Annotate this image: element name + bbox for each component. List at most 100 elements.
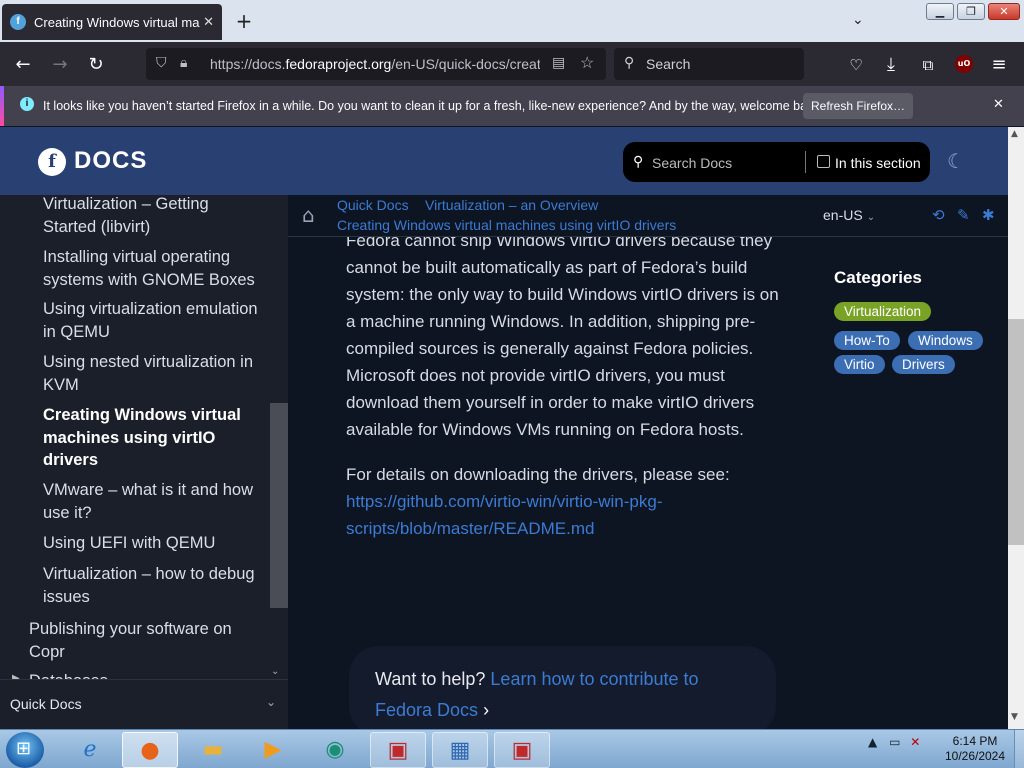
site-header: f DOCS ⚲ Search Docs In this section ☾: [0, 127, 1008, 195]
chevron-down-icon: ⌄: [866, 212, 876, 223]
extensions-icon[interactable]: ⧉: [915, 52, 941, 78]
breadcrumb-quick-docs[interactable]: Quick Docs: [337, 197, 409, 213]
article-paragraph: For details on downloading the drivers, …: [346, 461, 786, 542]
firefox-icon[interactable]: ●: [122, 732, 178, 768]
notification-accent: [0, 86, 4, 126]
sidebar-item-gnome-boxes[interactable]: Installing virtual operating systems wit…: [43, 246, 263, 291]
in-section-checkbox[interactable]: [817, 155, 830, 168]
search-icon: ⚲: [624, 54, 635, 70]
help-text: Want to help? Learn how to contribute to…: [375, 664, 755, 726]
sidebar-footer[interactable]: Quick Docs ⌄: [0, 679, 288, 729]
tag-virtualization[interactable]: Virtualization: [834, 302, 932, 321]
media-player-icon[interactable]: ▶: [245, 732, 301, 768]
chevron-right-icon[interactable]: ›: [483, 700, 489, 720]
site-logo-text[interactable]: DOCS: [74, 147, 147, 175]
help-prefix: Want to help?: [375, 669, 486, 689]
refresh-firefox-button[interactable]: Refresh Firefox…: [803, 93, 913, 119]
chevron-down-icon[interactable]: ⌄: [266, 695, 276, 709]
minimize-button[interactable]: ▁: [926, 3, 954, 20]
search-icon: ⚲: [633, 153, 644, 169]
search-docs-input[interactable]: Search Docs: [652, 155, 732, 171]
volume-muted-icon[interactable]: ✕: [910, 735, 920, 749]
lock-icon[interactable]: 🔒︎: [180, 54, 187, 71]
scroll-down-icon[interactable]: ▼: [1011, 712, 1018, 722]
url-text[interactable]: https://docs.fedoraproject.org/en-US/qui…: [210, 56, 540, 72]
drivers-intro-text: For details on downloading the drivers, …: [346, 465, 730, 484]
system-clock[interactable]: 6:14 PM 10/26/2024: [940, 734, 1010, 764]
sidebar-footer-label: Quick Docs: [10, 696, 82, 712]
sidebar-scrollbar[interactable]: [270, 403, 288, 608]
home-icon[interactable]: ⌂: [302, 203, 315, 227]
tag-windows[interactable]: Windows: [908, 331, 983, 350]
show-desktop-button[interactable]: [1014, 730, 1024, 768]
sidebar-item-databases[interactable]: Databases: [29, 670, 249, 679]
downloads-icon[interactable]: ⤓: [878, 52, 904, 78]
search-docs-box: ⚲ Search Docs In this section: [623, 142, 930, 182]
start-button[interactable]: ⊞: [6, 732, 44, 768]
breadcrumb-current-page[interactable]: Creating Windows virtual machines using …: [337, 217, 676, 233]
scrollbar-thumb[interactable]: [1008, 319, 1024, 545]
search-divider: [805, 151, 806, 173]
file-explorer-icon[interactable]: ▬: [185, 732, 241, 768]
app-globe-icon[interactable]: ◉: [307, 732, 363, 768]
windows-taskbar: ⊞ ℯ ● ▬ ▶ ◉ ▣ ▦ ▣ ▲ ▭ ✕ 6:14 PM 10/26/20…: [0, 729, 1024, 768]
list-all-tabs-icon[interactable]: ⌄: [852, 12, 864, 28]
bookmark-star-icon[interactable]: ☆: [580, 53, 594, 73]
categories-panel: Categories Virtualization How-To Windows…: [834, 268, 1004, 374]
url-bar[interactable]: ⛉ 🔒︎ https://docs.fedoraproject.org/en-U…: [146, 48, 606, 80]
edit-icon[interactable]: ✎: [957, 206, 970, 224]
report-bug-icon[interactable]: ✱: [982, 206, 995, 224]
fedora-favicon-icon: f: [10, 14, 26, 30]
reader-view-icon[interactable]: ▤: [552, 54, 565, 71]
scroll-up-icon[interactable]: ▲: [1011, 129, 1018, 139]
toolbox-app-icon[interactable]: ▣: [370, 732, 426, 768]
page-scrollbar[interactable]: ▲ ▼: [1008, 127, 1024, 729]
sidebar-item-copr[interactable]: Publishing your software on Copr: [29, 618, 259, 663]
forward-icon[interactable]: →: [47, 52, 73, 78]
language-label: en-US: [823, 207, 863, 223]
pocket-icon[interactable]: ♡: [843, 52, 869, 78]
sidebar-item-debug-issues[interactable]: Virtualization – how to debug issues: [43, 563, 263, 608]
sidebar-item-vmware[interactable]: VMware – what is it and how use it?: [43, 479, 263, 524]
restore-button[interactable]: ❐: [957, 3, 985, 20]
control-panel-icon[interactable]: ▦: [432, 732, 488, 768]
search-placeholder: Search: [646, 56, 691, 72]
sidebar-scroll-down-icon[interactable]: ⌄: [271, 666, 279, 677]
sidebar-item-windows-virtio[interactable]: Creating Windows virtual machines using …: [43, 404, 263, 472]
tab-title: Creating Windows virtual machines using …: [34, 14, 200, 30]
notification-close-icon[interactable]: ✕: [993, 96, 1004, 112]
sidebar-item-virtualization-getting-started[interactable]: Virtualization – Getting Started (libvir…: [43, 195, 263, 238]
clock-date: 10/26/2024: [944, 749, 1006, 763]
clock-time: 6:14 PM: [952, 734, 998, 748]
ublock-origin-icon[interactable]: uO: [955, 55, 973, 73]
page-viewport: f DOCS ⚲ Search Docs In this section ☾ V…: [0, 127, 1008, 729]
tab-close-icon[interactable]: ✕: [203, 14, 214, 30]
new-tab-button[interactable]: +: [232, 9, 256, 33]
network-icon[interactable]: ▭: [889, 735, 900, 749]
windows-logo-icon: ⊞: [16, 738, 32, 759]
history-icon[interactable]: ⟲: [932, 206, 945, 224]
dark-mode-moon-icon[interactable]: ☾: [947, 149, 965, 173]
back-icon[interactable]: ←: [10, 52, 36, 78]
sidebar-item-nested-virtualization[interactable]: Using nested virtualization in KVM: [43, 351, 263, 396]
toolbox-app-icon[interactable]: ▣: [494, 732, 550, 768]
tag-how-to[interactable]: How-To: [834, 331, 900, 350]
sidebar-item-uefi-qemu[interactable]: Using UEFI with QEMU: [43, 532, 263, 555]
language-selector[interactable]: en-US ⌄: [823, 207, 875, 223]
internet-explorer-icon[interactable]: ℯ: [62, 732, 118, 768]
window-close-button[interactable]: ✕: [988, 3, 1020, 20]
browser-tab[interactable]: f Creating Windows virtual machines usin…: [2, 4, 222, 40]
menu-icon[interactable]: ≡: [986, 52, 1012, 78]
reload-icon[interactable]: ↻: [83, 52, 109, 78]
show-hidden-icons-icon[interactable]: ▲: [868, 735, 877, 749]
search-bar[interactable]: ⚲ Search: [614, 48, 804, 80]
sidebar-item-qemu-emulation[interactable]: Using virtualization emulation in QEMU: [43, 298, 263, 343]
article-paragraph: Fedora cannot ship Windows virtIO driver…: [346, 231, 779, 439]
virtio-readme-link[interactable]: https://github.com/virtio-win/virtio-win…: [346, 492, 662, 538]
tag-drivers[interactable]: Drivers: [892, 355, 955, 374]
breadcrumb-virtualization-overview[interactable]: Virtualization – an Overview: [425, 197, 598, 213]
system-tray: ▲ ▭ ✕: [868, 735, 920, 749]
tracking-protection-icon[interactable]: ⛉: [156, 54, 167, 71]
fedora-logo-icon[interactable]: f: [38, 148, 66, 176]
tag-virtio[interactable]: Virtio: [834, 355, 885, 374]
